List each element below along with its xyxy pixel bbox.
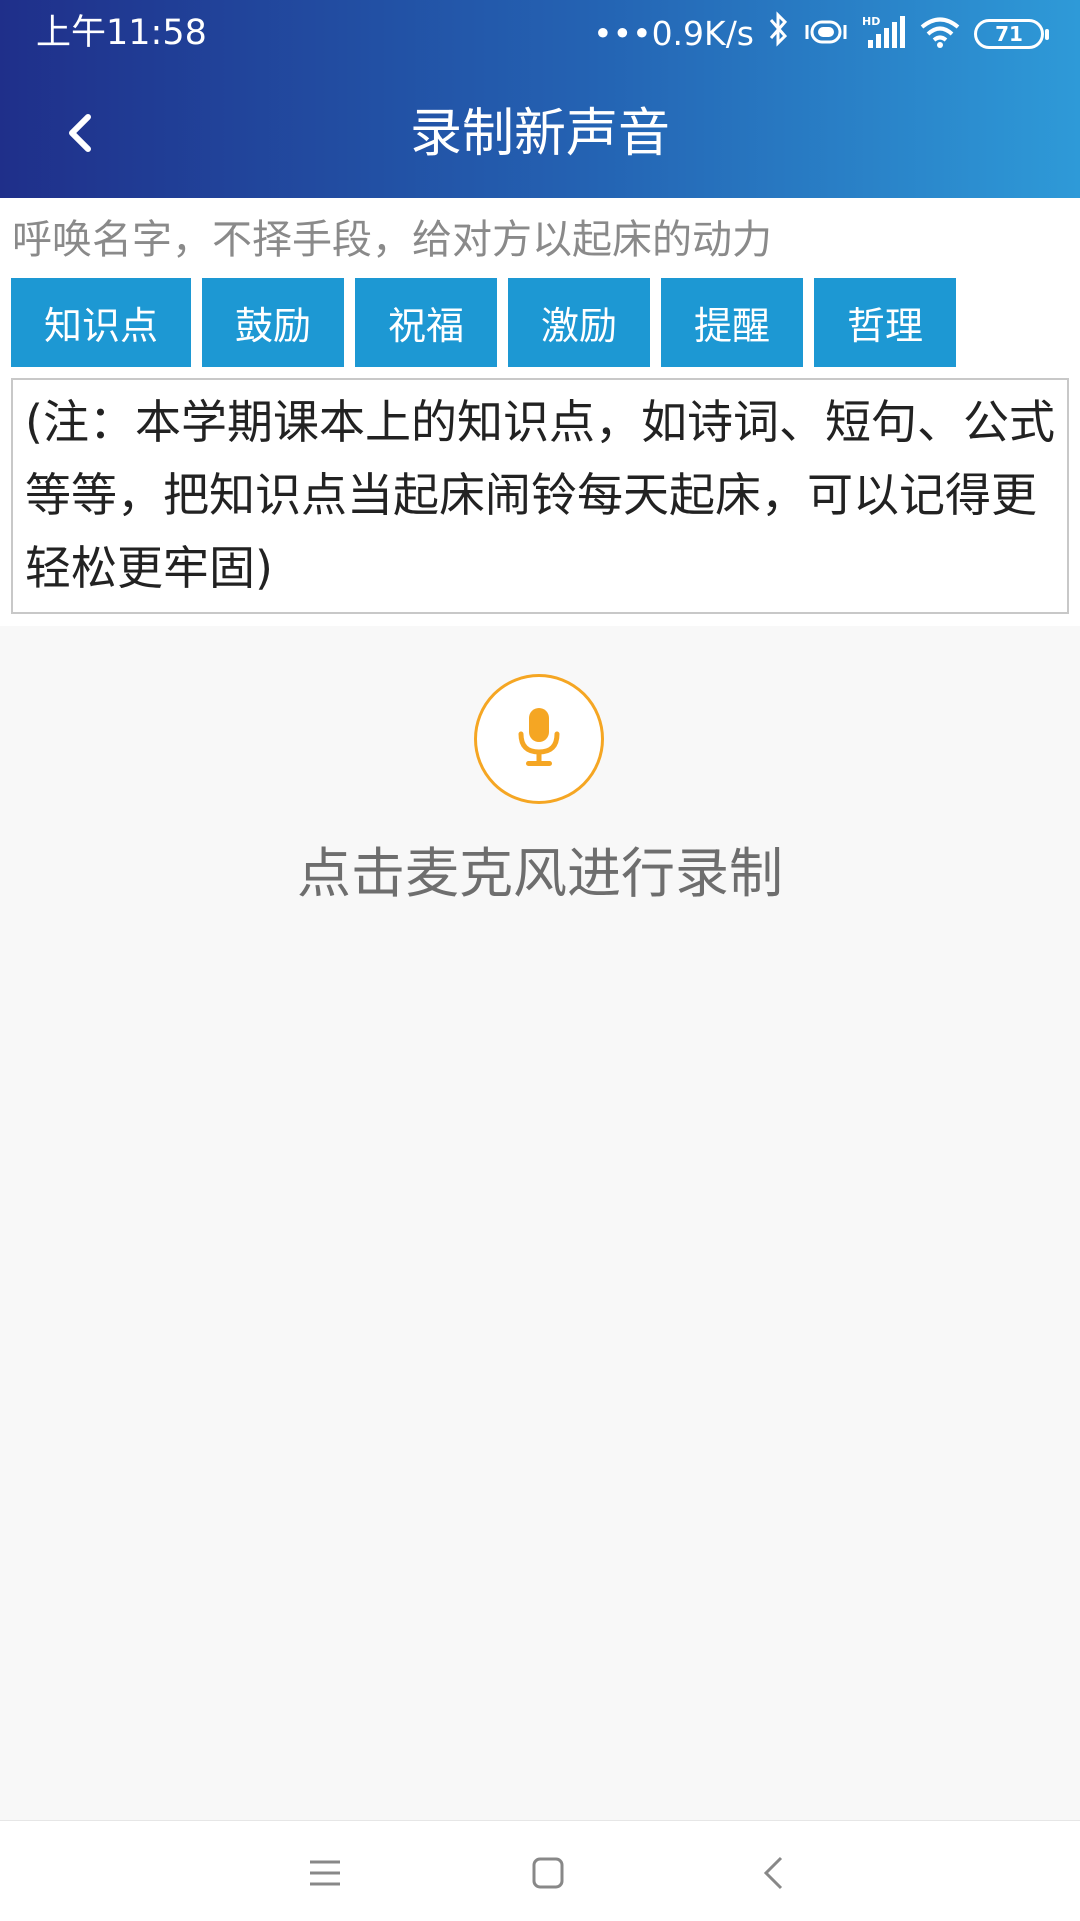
microphone-button[interactable] xyxy=(474,674,604,804)
bluetooth-icon xyxy=(768,11,790,57)
app-header: 上午11:58 •••0.9K/s HD 71 录制新声音 xyxy=(0,0,1080,198)
back-triangle-icon xyxy=(761,1855,785,1895)
tag-knowledge-button[interactable]: 知识点 xyxy=(11,278,191,367)
tag-label: 鼓励 xyxy=(234,304,311,348)
tag-encourage-button[interactable]: 鼓励 xyxy=(202,278,344,367)
tag-label: 祝福 xyxy=(387,304,464,348)
network-speed: •••0.9K/s xyxy=(593,14,754,53)
tag-philosophy-button[interactable]: 哲理 xyxy=(814,278,956,367)
microphone-icon xyxy=(516,706,562,772)
tag-row: 知识点 鼓励 祝福 激励 提醒 哲理 xyxy=(11,278,967,367)
tag-label: 激励 xyxy=(540,304,617,348)
nav-back-button[interactable] xyxy=(733,1845,813,1905)
svg-text:HD: HD xyxy=(862,15,880,28)
tag-motivate-button[interactable]: 激励 xyxy=(508,278,650,367)
nav-home-button[interactable] xyxy=(508,1845,588,1905)
home-square-icon xyxy=(531,1856,565,1894)
hint-text: 呼唤名字，不择手段，给对方以起床的动力 xyxy=(12,217,772,263)
wifi-icon xyxy=(920,16,960,52)
tag-label: 提醒 xyxy=(693,304,770,348)
nav-menu-button[interactable] xyxy=(285,1845,365,1905)
menu-icon xyxy=(308,1858,342,1892)
record-hint: 点击麦克风进行录制 xyxy=(297,842,783,905)
system-nav-bar xyxy=(0,1820,1080,1921)
status-icons: •••0.9K/s HD 71 xyxy=(593,11,1049,57)
record-area: 点击麦克风进行录制 xyxy=(0,626,1080,1820)
tag-label: 知识点 xyxy=(43,304,158,348)
battery-icon: 71 xyxy=(974,19,1049,49)
status-time: 上午11:58 xyxy=(36,13,207,53)
status-bar: 上午11:58 •••0.9K/s HD 71 xyxy=(0,0,1080,66)
tag-label: 哲理 xyxy=(846,304,923,348)
tag-blessing-button[interactable]: 祝福 xyxy=(355,278,497,367)
note-text-box[interactable]: (注：本学期课本上的知识点，如诗词、短句、公式等等，把知识点当起床闹铃每天起床，… xyxy=(11,378,1069,614)
vibrate-icon xyxy=(804,17,848,51)
battery-level: 71 xyxy=(995,22,1023,46)
hd-signal-icon: HD xyxy=(862,14,906,54)
page-title: 录制新声音 xyxy=(409,104,670,164)
note-text: (注：本学期课本上的知识点，如诗词、短句、公式等等，把知识点当起床闹铃每天起床，… xyxy=(25,395,1055,595)
tag-reminder-button[interactable]: 提醒 xyxy=(661,278,803,367)
